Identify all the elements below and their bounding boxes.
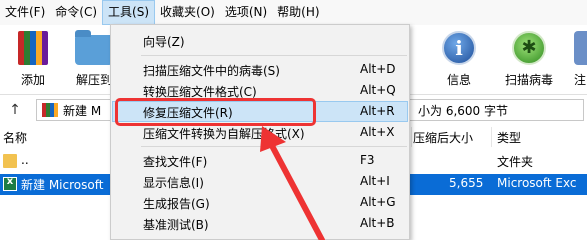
menu-item-wizard[interactable]: 向导(Z) xyxy=(112,30,408,51)
menu-command[interactable]: 命令(C) xyxy=(50,0,102,25)
menu-file[interactable]: 文件(F) xyxy=(0,0,50,25)
excel-file-icon: x xyxy=(3,176,17,191)
info-button[interactable]: i 信息 xyxy=(437,29,481,91)
menu-options[interactable]: 选项(N) xyxy=(220,0,272,25)
menu-separator xyxy=(141,55,407,56)
file-type: 文件夹 xyxy=(497,155,534,169)
scan-virus-button[interactable]: ✱ 扫描病毒 xyxy=(497,29,561,91)
archive-size-text: 小为 6,600 字节 xyxy=(418,104,508,118)
menu-separator xyxy=(141,146,407,147)
menu-item-label: 查找文件(F) xyxy=(143,155,208,169)
file-name: .. xyxy=(21,153,29,167)
menu-item-scan-virus[interactable]: 扫描压缩文件中的病毒(S) Alt+D xyxy=(112,59,408,80)
add-button-label: 添加 xyxy=(20,73,45,87)
comment-button[interactable]: 注 xyxy=(566,29,587,91)
scan-virus-button-label: 扫描病毒 xyxy=(504,73,553,87)
add-button[interactable]: 添加 xyxy=(8,29,58,91)
menu-bar: 文件(F) 命令(C) 工具(S) 收藏夹(O) 选项(N) 帮助(H) xyxy=(0,0,587,25)
archive-books-icon xyxy=(18,31,48,65)
menu-item-label: 扫描压缩文件中的病毒(S) xyxy=(143,64,280,78)
menu-item-shortcut: Alt+D xyxy=(360,62,396,76)
menu-item-shortcut: Alt+G xyxy=(360,195,396,209)
menu-item-shortcut: Alt+Q xyxy=(360,83,396,97)
column-divider[interactable] xyxy=(411,127,412,147)
column-header-packed-size[interactable]: 压缩后大小 xyxy=(413,129,473,146)
menu-help[interactable]: 帮助(H) xyxy=(272,0,324,25)
folder-icon xyxy=(3,154,17,168)
file-packed-size: 5,655 xyxy=(449,176,484,190)
menu-item-generate-report[interactable]: 生成报告(G) Alt+G xyxy=(112,192,408,213)
menu-item-label: 显示信息(I) xyxy=(143,176,204,190)
folder-extract-icon xyxy=(75,30,113,65)
menu-item-shortcut: Alt+I xyxy=(360,174,390,188)
menu-item-label: 压缩文件转换为自解压格式(X) xyxy=(143,127,305,141)
column-header-type[interactable]: 类型 xyxy=(497,129,521,146)
column-header-name[interactable]: 名称 xyxy=(3,129,27,146)
info-icon: i xyxy=(442,31,476,65)
archive-icon xyxy=(42,103,58,117)
menu-favorites[interactable]: 收藏夹(O) xyxy=(155,0,220,25)
menu-tools[interactable]: 工具(S) xyxy=(102,0,156,25)
tools-dropdown-menu: 向导(Z) 扫描压缩文件中的病毒(S) Alt+D 转换压缩文件格式(C) Al… xyxy=(110,24,410,240)
menu-item-show-info[interactable]: 显示信息(I) Alt+I xyxy=(112,171,408,192)
menu-item-find-files[interactable]: 查找文件(F) F3 xyxy=(112,150,408,171)
menu-item-label: 向导(Z) xyxy=(143,35,185,49)
menu-item-shortcut: Alt+B xyxy=(360,216,395,230)
column-divider[interactable] xyxy=(491,127,492,147)
menu-item-shortcut: Alt+R xyxy=(360,104,395,118)
file-type: Microsoft Exc xyxy=(497,176,577,190)
address-path: 新建 M xyxy=(63,104,102,118)
annotation-highlight-box xyxy=(115,98,316,126)
up-arrow-icon[interactable]: ↑ xyxy=(4,99,26,121)
menu-item-shortcut: F3 xyxy=(360,153,375,167)
menu-item-shortcut: Alt+X xyxy=(360,125,395,139)
menu-item-label: 基准测试(B) xyxy=(143,218,209,232)
info-button-label: 信息 xyxy=(446,73,471,87)
file-name: 新建 Microsoft xyxy=(21,178,104,192)
menu-item-label: 生成报告(G) xyxy=(143,197,210,211)
virus-scan-icon: ✱ xyxy=(512,31,546,65)
comment-icon xyxy=(574,31,587,65)
menu-item-benchmark[interactable]: 基准测试(B) Alt+B xyxy=(112,213,408,234)
comment-button-label: 注 xyxy=(574,73,587,87)
